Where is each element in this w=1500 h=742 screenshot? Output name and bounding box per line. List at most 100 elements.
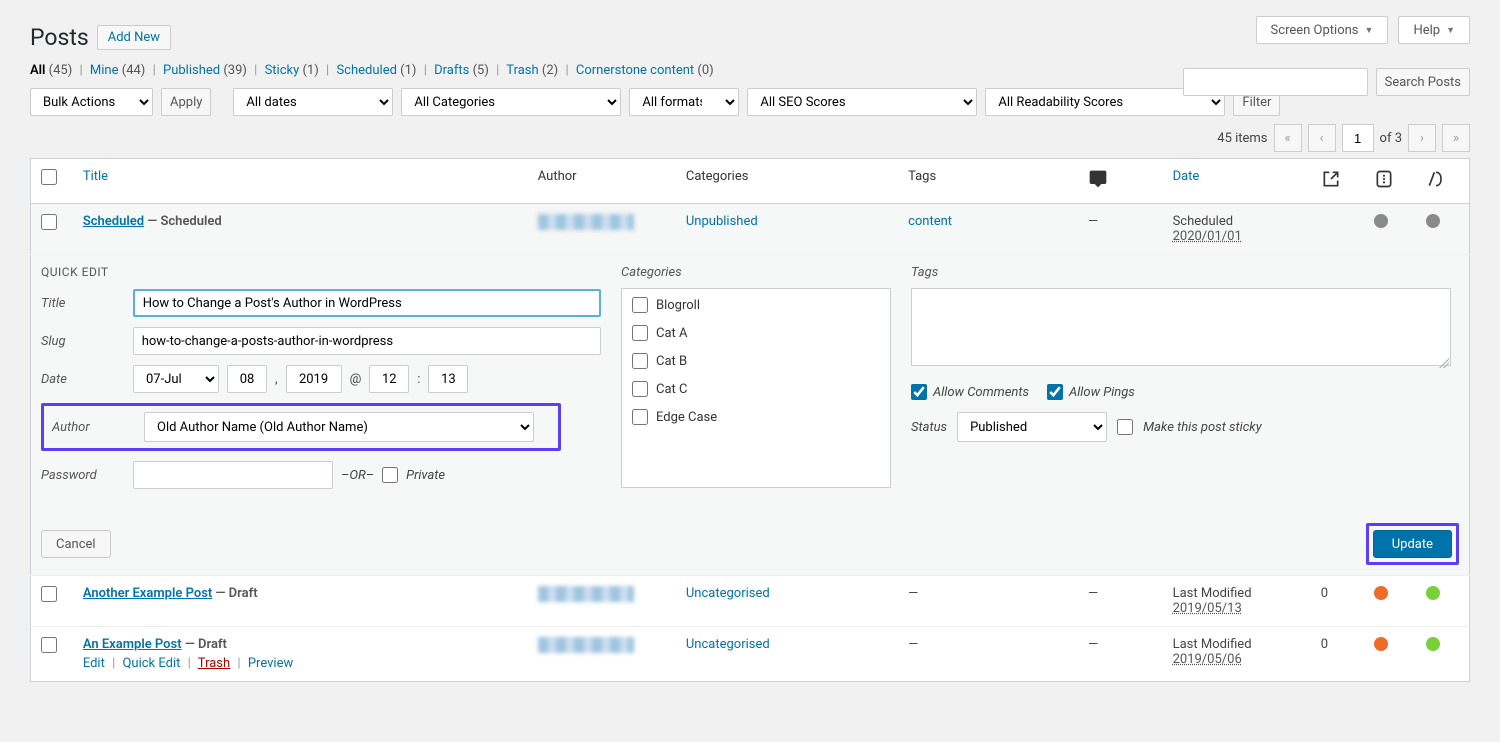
title-input[interactable] — [133, 289, 601, 317]
filter-drafts[interactable]: Drafts — [434, 63, 469, 78]
slug-input[interactable] — [133, 327, 601, 355]
title-label: Title — [41, 296, 125, 311]
pagination: 45 items « ‹ of 3 › » — [30, 124, 1470, 152]
col-author: Author — [528, 159, 676, 204]
tags-cell: — — [898, 627, 1078, 682]
cancel-button[interactable]: Cancel — [41, 530, 111, 558]
filter-trash[interactable]: Trash — [506, 63, 538, 78]
seo-dot-icon — [1374, 214, 1388, 228]
search-posts-button[interactable]: Search Posts — [1376, 68, 1470, 96]
links-count: 0 — [1311, 576, 1364, 627]
row-action-trash[interactable]: Trash — [198, 656, 230, 671]
screen-options-button[interactable]: Screen Options ▼ — [1256, 16, 1389, 44]
day-input[interactable] — [227, 365, 267, 393]
quick-edit-heading: QUICK EDIT — [41, 265, 601, 279]
update-button[interactable]: Update — [1373, 530, 1452, 558]
tag-link[interactable]: content — [908, 214, 952, 229]
post-title-link[interactable]: Another Example Post — [83, 586, 212, 601]
seo-dot-icon — [1374, 586, 1388, 600]
add-new-button[interactable]: Add New — [97, 25, 171, 50]
post-title-link[interactable]: Scheduled — [83, 214, 144, 229]
help-button[interactable]: Help ▼ — [1398, 16, 1470, 44]
post-state: — Draft — [182, 637, 227, 652]
author-select[interactable]: Old Author Name (Old Author Name) — [144, 412, 534, 442]
links-count: 0 — [1311, 627, 1364, 682]
col-comments — [1078, 159, 1163, 204]
filter-sticky[interactable]: Sticky — [265, 63, 300, 78]
hour-input[interactable] — [369, 365, 409, 393]
tags-textarea[interactable] — [911, 288, 1451, 366]
year-input[interactable] — [286, 365, 342, 393]
filter-all[interactable]: All — [30, 63, 45, 78]
bulk-actions-select[interactable]: Bulk Actions — [30, 88, 153, 116]
cat-checkbox[interactable] — [632, 409, 648, 425]
filter-mine[interactable]: Mine — [90, 63, 119, 78]
date-value: 2019/05/13 — [1173, 601, 1242, 616]
filter-published[interactable]: Published — [163, 63, 220, 78]
readability-icon — [1426, 169, 1446, 189]
category-link[interactable]: Unpublished — [686, 214, 758, 229]
date-value: 2020/01/01 — [1173, 229, 1242, 244]
row-action-preview[interactable]: Preview — [248, 656, 293, 671]
posts-table: Title Author Categories Tags Date Schedu… — [30, 158, 1470, 682]
filter-cornerstone[interactable]: Cornerstone content — [576, 63, 694, 78]
row-checkbox[interactable] — [41, 637, 57, 653]
readability-dot-icon — [1426, 586, 1440, 600]
categories-box[interactable]: Blogroll Cat A Cat B Cat C Edge Case — [621, 288, 891, 488]
status-select[interactable]: Published — [957, 412, 1107, 442]
resize-icon[interactable] — [1439, 358, 1449, 368]
row-action-edit[interactable]: Edit — [83, 656, 105, 671]
password-input[interactable] — [133, 461, 333, 489]
row-checkbox[interactable] — [41, 586, 57, 602]
page-input[interactable] — [1342, 124, 1374, 152]
first-page-button[interactable]: « — [1274, 124, 1302, 152]
format-filter-select[interactable]: All formats — [629, 88, 739, 116]
links-icon — [1321, 169, 1341, 189]
prev-page-button[interactable]: ‹ — [1308, 124, 1336, 152]
at-label: @ — [350, 372, 362, 387]
cat-checkbox[interactable] — [632, 353, 648, 369]
row-checkbox[interactable] — [41, 214, 57, 230]
private-checkbox[interactable] — [382, 467, 398, 483]
comments-cell: — — [1078, 627, 1163, 682]
col-title[interactable]: Title — [83, 169, 108, 184]
filter-scheduled[interactable]: Scheduled — [336, 63, 396, 78]
next-page-button[interactable]: › — [1408, 124, 1436, 152]
category-link[interactable]: Uncategorised — [686, 586, 770, 601]
date-value: 2019/05/06 — [1173, 652, 1242, 667]
table-row: Scheduled — Scheduled Unpublished conten… — [31, 204, 1470, 255]
cat-checkbox[interactable] — [632, 297, 648, 313]
post-title-link[interactable]: An Example Post — [83, 637, 182, 652]
date-label: Date — [41, 372, 125, 387]
month-select[interactable]: 07-Jul — [133, 365, 219, 393]
search-input[interactable] — [1183, 68, 1368, 96]
allow-pings-checkbox[interactable] — [1047, 384, 1063, 400]
allow-pings-toggle[interactable]: Allow Pings — [1047, 384, 1135, 400]
minute-input[interactable] — [428, 365, 468, 393]
author-label: Author — [52, 420, 136, 435]
slug-label: Slug — [41, 334, 125, 349]
apply-button[interactable]: Apply — [161, 88, 211, 116]
password-label: Password — [41, 468, 125, 483]
col-date[interactable]: Date — [1173, 169, 1200, 184]
cat-checkbox[interactable] — [632, 325, 648, 341]
sticky-checkbox[interactable] — [1117, 419, 1133, 435]
last-page-button[interactable]: » — [1442, 124, 1470, 152]
readability-dot-icon — [1426, 637, 1440, 651]
cat-checkbox[interactable] — [632, 381, 648, 397]
allow-comments-checkbox[interactable] — [911, 384, 927, 400]
category-link[interactable]: Uncategorised — [686, 637, 770, 652]
seo-filter-select[interactable]: All SEO Scores — [747, 88, 977, 116]
row-action-quick-edit[interactable]: Quick Edit — [122, 656, 180, 671]
category-filter-select[interactable]: All Categories — [401, 88, 621, 116]
col-categories: Categories — [676, 159, 898, 204]
of-pages: of 3 — [1380, 131, 1402, 146]
status-label: Status — [911, 420, 947, 435]
or-label: –OR– — [341, 468, 374, 483]
date-label: Last Modified — [1173, 586, 1252, 601]
select-all-checkbox[interactable] — [41, 169, 57, 185]
table-row: Another Example Post — Draft Uncategoris… — [31, 576, 1470, 627]
chevron-down-icon: ▼ — [1446, 25, 1455, 36]
allow-comments-toggle[interactable]: Allow Comments — [911, 384, 1029, 400]
date-filter-select[interactable]: All dates — [233, 88, 393, 116]
